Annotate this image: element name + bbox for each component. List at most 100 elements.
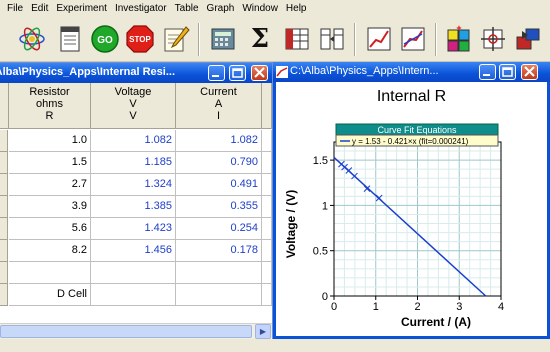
table-cell[interactable] [262, 196, 272, 218]
table-cell[interactable] [262, 262, 272, 284]
graph-fit-icon [401, 27, 425, 51]
table-cell[interactable]: 1.456 [91, 240, 176, 262]
maximize-button[interactable] [229, 65, 246, 81]
menu-investigator[interactable]: Investigator [111, 1, 171, 16]
minimize-button[interactable] [208, 65, 225, 81]
column-unit: ohms [36, 98, 63, 110]
pencil-note-icon [164, 26, 190, 52]
menu-table[interactable]: Table [171, 1, 203, 16]
table-cell[interactable]: 1.0 [9, 130, 91, 152]
menu-experiment[interactable]: Experiment [52, 1, 111, 16]
table-cell[interactable] [91, 262, 176, 284]
row-header[interactable] [0, 284, 8, 306]
note-button[interactable] [160, 23, 192, 55]
table-cell[interactable]: 1.082 [176, 130, 262, 152]
close-button[interactable] [251, 65, 268, 81]
column-header-next[interactable] [262, 83, 272, 129]
plot-grid [333, 141, 502, 297]
grid-add-icon: + [447, 25, 470, 52]
table-cell[interactable]: 1.324 [91, 174, 176, 196]
atom-button[interactable] [16, 23, 48, 55]
table-cell[interactable] [262, 130, 272, 152]
notebook-button[interactable] [54, 23, 86, 55]
column-symbol: V [129, 110, 137, 122]
menu-bar: File Edit Experiment Investigator Table … [0, 0, 550, 17]
column-header-voltage[interactable]: Voltage V V [91, 83, 176, 129]
table-cell[interactable]: 5.6 [9, 218, 91, 240]
legend-title: Curve Fit Equations [377, 125, 457, 135]
menu-file[interactable]: File [3, 1, 27, 16]
close-icon [254, 67, 265, 78]
table-cell[interactable]: 2.7 [9, 174, 91, 196]
table-window-titlebar[interactable]: C:\Alba\Physics_Apps\Internal Resi... [0, 63, 272, 83]
table-cell[interactable] [176, 284, 262, 306]
table-cell[interactable]: 0.355 [176, 196, 262, 218]
horizontal-scrollbar[interactable]: ▶ [0, 323, 272, 339]
curve-fit-legend[interactable]: Curve Fit Equations y = 1.53 - 0.421×x (… [335, 123, 499, 147]
graph-icon [367, 27, 391, 51]
column-name: Voltage [114, 86, 152, 98]
table-cell[interactable]: 1.082 [91, 130, 176, 152]
mdi-workspace: C:\Alba\Physics_Apps\Internal Resi... Re… [0, 62, 550, 352]
calculator-button[interactable] [207, 23, 239, 55]
table-cell[interactable] [91, 284, 176, 306]
table-cell[interactable]: 0.491 [176, 174, 262, 196]
menu-edit[interactable]: Edit [27, 1, 52, 16]
table-cell[interactable]: 0.790 [176, 152, 262, 174]
table-cell[interactable]: D Cell [9, 284, 91, 306]
table-cell[interactable]: 8.2 [9, 240, 91, 262]
scroll-right-arrow[interactable]: ▶ [255, 324, 271, 339]
graph-plot[interactable]: 0 1 2 3 4 0 0.5 1 1.5 Curve Fit Equations y = 1.… [276, 62, 547, 339]
stop-icon: STOP [126, 25, 154, 53]
stop-button[interactable]: STOP [124, 23, 156, 55]
row-header[interactable] [0, 240, 8, 262]
column-header-current[interactable]: Current A I [176, 83, 262, 129]
row-header[interactable] [0, 152, 8, 174]
table-cell[interactable]: 1.5 [9, 152, 91, 174]
y-tick-label: 0.5 [313, 246, 328, 258]
table-cell[interactable]: 1.423 [91, 218, 176, 240]
fit-equation: y = 1.53 - 0.421×x (fit=0.000241) [352, 137, 469, 146]
table-button[interactable] [281, 23, 313, 55]
go-button[interactable]: GO [89, 23, 121, 55]
menu-help[interactable]: Help [282, 1, 311, 16]
row-header[interactable] [0, 174, 8, 196]
row-header[interactable] [0, 218, 8, 240]
table-cell[interactable] [9, 262, 91, 284]
table-cell[interactable] [262, 152, 272, 174]
scrollbar-thumb[interactable] [0, 325, 252, 338]
status-area [0, 339, 550, 352]
table-cell[interactable] [262, 174, 272, 196]
column-header-resistor[interactable]: Resistor ohms R [9, 83, 91, 129]
x-tick-label: 3 [456, 301, 462, 313]
grid-add-button[interactable]: + [443, 23, 475, 55]
table-cell[interactable]: 0.254 [176, 218, 262, 240]
table-cell[interactable]: 1.385 [91, 196, 176, 218]
go-icon: GO [91, 25, 119, 53]
go-label: GO [97, 35, 113, 46]
crosshair-button[interactable] [477, 23, 509, 55]
svg-text:+: + [456, 25, 461, 33]
table-cell[interactable] [262, 240, 272, 262]
table-icon [285, 28, 309, 50]
graph-button[interactable] [363, 23, 395, 55]
table-cell[interactable] [262, 284, 272, 306]
row-header[interactable] [0, 130, 8, 152]
row-header[interactable] [0, 196, 8, 218]
row-header[interactable] [0, 262, 8, 284]
data-table: Resistor ohms R Voltage V V Current A I … [0, 83, 272, 323]
table-cell[interactable]: 3.9 [9, 196, 91, 218]
column-button[interactable] [316, 23, 348, 55]
table-cell[interactable]: 1.185 [91, 152, 176, 174]
table-cell[interactable] [262, 218, 272, 240]
table-cell[interactable] [176, 262, 262, 284]
minimize-icon [212, 75, 219, 77]
table-cell[interactable]: 0.178 [176, 240, 262, 262]
statistics-button[interactable]: Σ [244, 23, 276, 55]
stop-label: STOP [129, 35, 151, 44]
export-button[interactable] [512, 23, 544, 55]
menu-graph[interactable]: Graph [203, 1, 239, 16]
maximize-icon [232, 68, 243, 78]
menu-window[interactable]: Window [238, 1, 282, 16]
graph-fit-button[interactable] [397, 23, 429, 55]
